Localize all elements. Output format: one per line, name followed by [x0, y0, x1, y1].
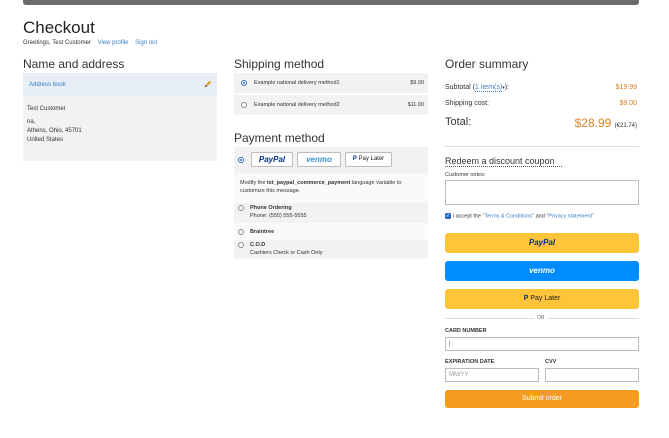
shipping-radio[interactable]: [241, 102, 247, 108]
pay-later-logo: P Pay Later: [345, 152, 392, 167]
accept-terms-row: ✓ I accept the "Terms & Conditions" and …: [445, 213, 594, 220]
paypal-logo: PayPal: [251, 152, 293, 167]
privacy-link[interactable]: "Privacy statement": [546, 213, 594, 219]
card-number-input[interactable]: |: [445, 337, 639, 351]
address-book-bar[interactable]: Address book: [23, 73, 217, 97]
payment-option-braintree[interactable]: Braintree: [234, 227, 428, 237]
address-line: Athens, Ohio, 45701: [27, 128, 82, 134]
shipping-heading: Shipping method: [234, 57, 325, 71]
customer-notes-input[interactable]: [445, 180, 639, 205]
payment-option-cod[interactable]: C.O.D Cashiers Check or Cash Only: [234, 240, 428, 258]
shipping-radio[interactable]: [241, 80, 247, 86]
cvv-label: CVV: [545, 359, 557, 365]
shipping-methods: Example national delivery method1 $9.00 …: [234, 73, 428, 115]
subtotal-value: $19.99: [615, 84, 637, 91]
address-line: na,: [27, 119, 36, 125]
edit-icon[interactable]: [204, 80, 212, 88]
payment-radio[interactable]: [238, 229, 244, 235]
shipping-name: Example national delivery method1: [254, 80, 340, 86]
expiration-input[interactable]: MM/YY: [445, 368, 539, 382]
paypal-button[interactable]: PayPal: [445, 233, 639, 253]
page-title: Checkout: [23, 18, 95, 37]
items-toggle[interactable]: 1 item(s): [474, 84, 503, 92]
payment-heading: Payment method: [234, 131, 325, 145]
shipping-price: $11.00: [407, 102, 424, 108]
address-line: Test Customer: [27, 106, 66, 112]
address-card: Address book Test Customer na, Athens, O…: [23, 73, 217, 161]
view-profile-link[interactable]: View profile: [98, 40, 129, 46]
shipping-cost-value: $9.00: [619, 100, 637, 107]
expiration-label: EXPIRATION DATE: [445, 359, 495, 365]
address-line: United States: [27, 137, 64, 143]
paypal-radio[interactable]: [238, 157, 244, 163]
paypal-option[interactable]: PayPal venmo P Pay Later: [234, 147, 428, 173]
greeting: Greetings, Test Customer View profile Si…: [23, 40, 157, 46]
divider: [445, 146, 639, 147]
address-text: Test Customer na, Athens, Ohio, 45701 Un…: [23, 97, 217, 145]
venmo-logo: venmo: [297, 152, 341, 167]
payment-radio[interactable]: [238, 205, 244, 211]
address-book-link[interactable]: Address book: [29, 82, 66, 88]
top-bar: [23, 0, 639, 5]
name-address-heading: Name and address: [23, 57, 125, 71]
summary-heading: Order summary: [445, 57, 529, 71]
shipping-option[interactable]: Example national delivery method2 $11.00: [234, 95, 428, 115]
payment-note: Modify the txt_paypal_commerce_payment l…: [240, 180, 402, 194]
accept-checkbox[interactable]: ✓: [445, 213, 451, 219]
shipping-option[interactable]: Example national delivery method1 $9.00: [234, 73, 428, 93]
or-label: OR: [534, 315, 548, 321]
pay-later-button[interactable]: P Pay Later: [445, 289, 639, 309]
paypal-p-icon: P: [352, 156, 357, 162]
total-row: Total: $28.99 (€21.74): [445, 116, 637, 130]
payment-radio[interactable]: [238, 242, 244, 248]
greeting-text: Greetings, Test Customer: [23, 40, 91, 46]
card-number-label: CARD NUMBER: [445, 328, 487, 334]
shipping-price: $9.00: [410, 80, 424, 86]
terms-link[interactable]: "Terms & Conditions": [483, 213, 535, 219]
subtotal-row: Subtotal (1 item(s)▾): $19.99: [445, 84, 637, 92]
payment-methods: PayPal venmo P Pay Later Modify the txt_…: [234, 147, 428, 259]
cvv-input[interactable]: [545, 368, 639, 382]
shipping-cost-row: Shipping cost: $9.00: [445, 100, 637, 107]
submit-order-button[interactable]: Submit order: [445, 390, 639, 408]
venmo-button[interactable]: venmo: [445, 261, 639, 281]
payment-option-phone[interactable]: Phone Ordering Phone: (555) 555-5555: [234, 203, 428, 223]
notes-label: Customer notes:: [445, 172, 486, 178]
paypal-p-icon: P: [523, 295, 529, 302]
total-value: $28.99 (€21.74): [574, 116, 637, 130]
redeem-coupon-link[interactable]: Redeem a discount coupon: [445, 156, 562, 167]
sign-out-link[interactable]: Sign out: [135, 40, 157, 46]
shipping-name: Example national delivery method2: [254, 102, 340, 108]
